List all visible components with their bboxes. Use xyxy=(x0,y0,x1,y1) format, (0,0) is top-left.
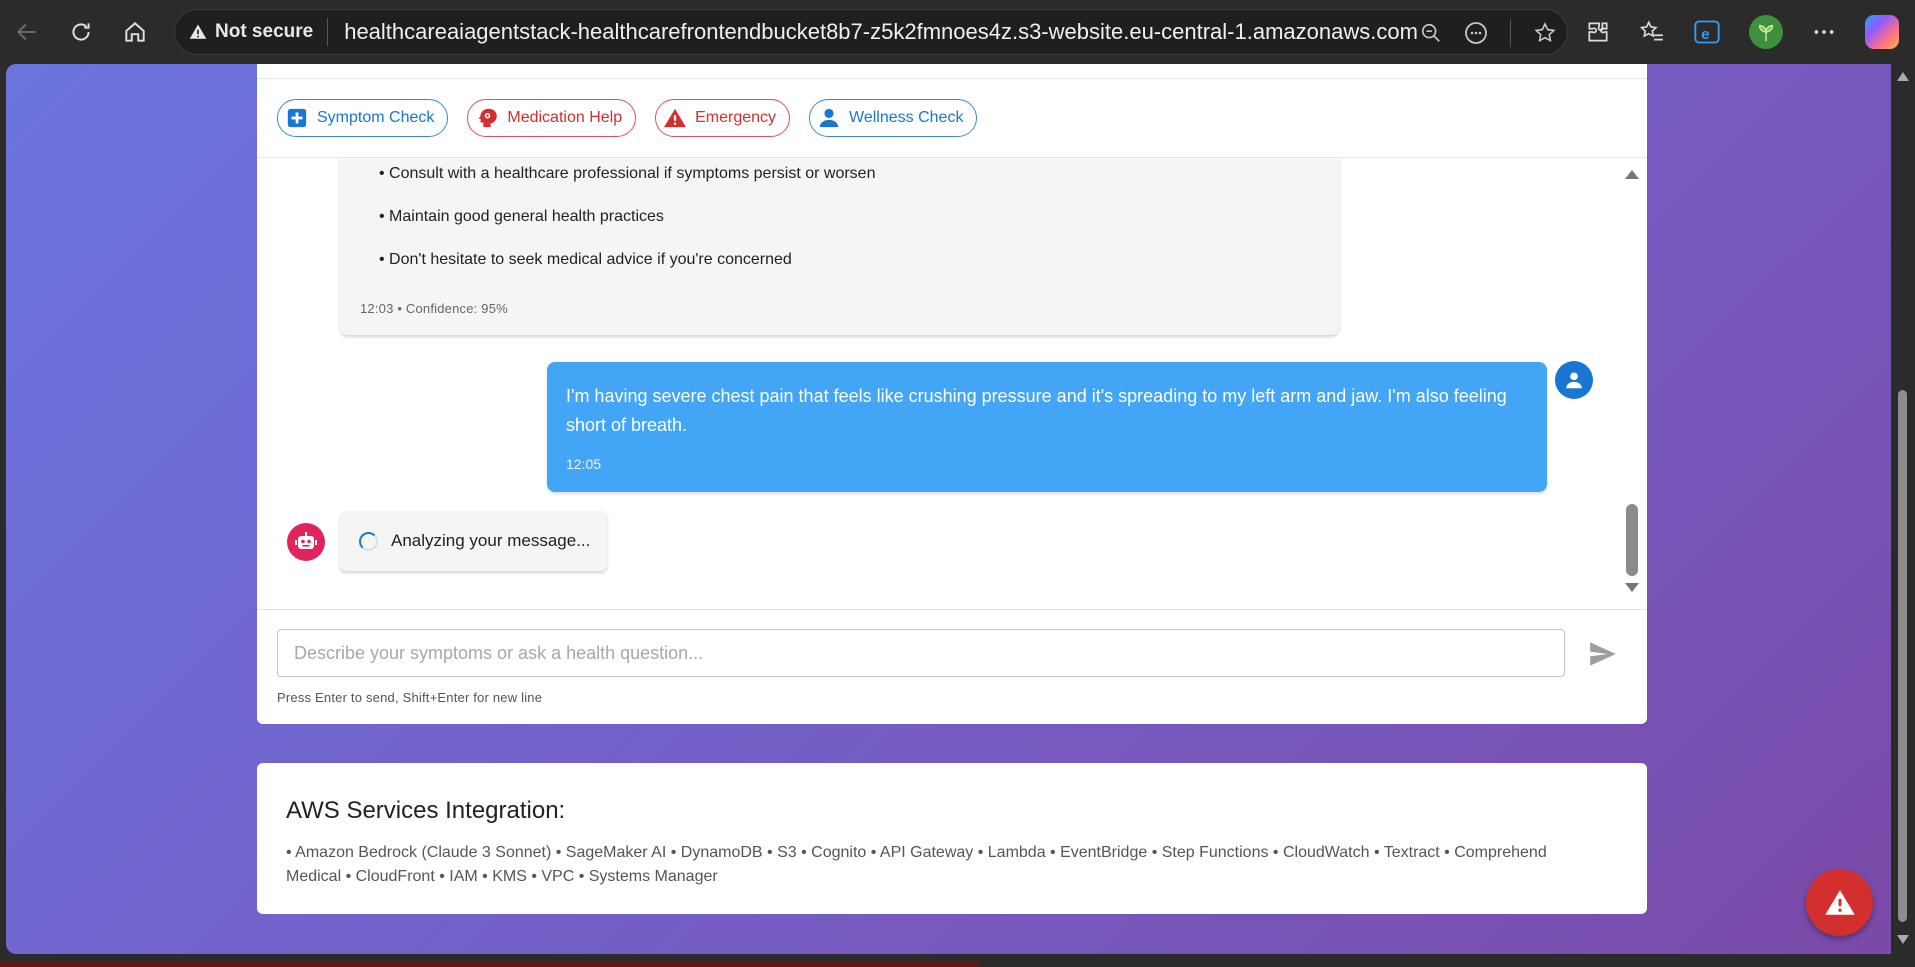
browser-right-toolbar: e xyxy=(1585,0,1899,64)
page-scrollbar[interactable] xyxy=(1891,64,1915,954)
composer-hint: Press Enter to send, Shift+Enter for new… xyxy=(277,690,543,705)
fab-warning-icon xyxy=(1824,890,1855,915)
message-scrollbar[interactable] xyxy=(1622,164,1642,600)
symptom-check-button[interactable]: Symptom Check xyxy=(277,99,449,137)
user-message-text: I'm having severe chest pain that feels … xyxy=(566,386,1507,435)
bot-status-text: Analyzing your message... xyxy=(391,531,591,550)
address-divider xyxy=(327,18,329,46)
bot-typing-indicator: Analyzing your message... xyxy=(340,511,607,571)
wellness-check-label: Wellness Check xyxy=(849,109,964,126)
aws-services-title: AWS Services Integration: xyxy=(286,797,566,824)
url-text[interactable]: healthcareaiagentstack-healthcarefronten… xyxy=(344,19,1418,45)
refresh-icon xyxy=(72,23,90,41)
back-button[interactable] xyxy=(0,0,54,64)
security-label: Not secure xyxy=(215,21,314,42)
page-viewport: Symptom Check Medication Help Emergency … xyxy=(6,64,1891,954)
message-list[interactable]: • Consult with a healthcare professional… xyxy=(257,159,1647,609)
taskbar-strip xyxy=(0,954,1915,967)
composer: Press Enter to send, Shift+Enter for new… xyxy=(257,609,1647,724)
copilot-icon[interactable] xyxy=(1865,15,1899,49)
loading-spinner-icon xyxy=(359,531,378,551)
svg-text:e: e xyxy=(1701,26,1709,43)
zoom-out-icon[interactable] xyxy=(1420,22,1442,44)
home-button[interactable] xyxy=(108,0,162,64)
page-scrollbar-thumb[interactable] xyxy=(1898,390,1907,922)
home-icon xyxy=(125,22,145,42)
address-bar-actions xyxy=(1420,10,1557,56)
more-dots-icon[interactable] xyxy=(1811,19,1837,45)
scroll-up-arrow-icon[interactable] xyxy=(1625,170,1639,179)
scroll-down-arrow-icon[interactable] xyxy=(1625,583,1639,592)
aws-services-card: AWS Services Integration: • Amazon Bedro… xyxy=(257,763,1647,914)
plus-medical-icon xyxy=(286,107,308,129)
user-person-icon xyxy=(1566,372,1582,389)
refresh-button[interactable] xyxy=(54,0,108,64)
medication-help-button[interactable]: Medication Help xyxy=(467,99,637,137)
bot-bullet-3: • Don't hesitate to seek medical advice … xyxy=(379,251,792,268)
user-message-bubble: I'm having severe chest pain that feels … xyxy=(547,362,1547,492)
psychology-head-icon xyxy=(476,107,498,129)
profile-avatar[interactable] xyxy=(1749,15,1783,49)
message-input[interactable] xyxy=(277,629,1565,677)
scrollbar-thumb[interactable] xyxy=(1626,504,1638,576)
taskbar-accent xyxy=(0,962,980,967)
bot-bullet-2: • Maintain good general health practices xyxy=(379,208,664,225)
bot-avatar xyxy=(287,523,325,561)
plant-icon xyxy=(1758,24,1774,42)
security-indicator[interactable]: Not secure xyxy=(175,21,313,43)
send-button[interactable] xyxy=(1587,638,1619,670)
address-divider-right xyxy=(1510,19,1511,47)
bot-message-bubble: • Consult with a healthcare professional… xyxy=(340,159,1339,335)
browser-toolbar: Not secure healthcareaiagentstack-health… xyxy=(0,0,1915,64)
emergency-button[interactable]: Emergency xyxy=(655,99,791,137)
emergency-label: Emergency xyxy=(695,109,777,126)
page-scroll-down-icon[interactable] xyxy=(1897,935,1909,944)
wellness-check-button[interactable]: Wellness Check xyxy=(809,99,978,137)
symptom-check-label: Symptom Check xyxy=(317,109,435,126)
back-arrow-icon xyxy=(16,23,36,41)
bot-message-meta: 12:03 • Confidence: 95% xyxy=(360,301,508,316)
extensions-puzzle-icon[interactable] xyxy=(1585,19,1611,45)
favorites-list-icon[interactable] xyxy=(1639,19,1665,45)
chat-card: Symptom Check Medication Help Emergency … xyxy=(257,64,1647,724)
page-scroll-up-icon[interactable] xyxy=(1897,72,1909,81)
emergency-fab[interactable] xyxy=(1806,869,1873,936)
bot-bullet-1: • Consult with a healthcare professional… xyxy=(379,165,876,182)
aws-services-list: • Amazon Bedrock (Claude 3 Sonnet) • Sag… xyxy=(286,844,1547,885)
more-circle-icon[interactable] xyxy=(1464,21,1488,45)
warning-icon xyxy=(664,107,687,129)
person-icon xyxy=(818,107,840,129)
medication-help-label: Medication Help xyxy=(507,109,623,126)
favorite-star-icon[interactable] xyxy=(1533,21,1557,45)
user-avatar xyxy=(1555,361,1593,399)
warning-triangle-icon xyxy=(189,24,207,39)
ie-mode-icon[interactable]: e xyxy=(1693,18,1721,46)
quick-actions-bar: Symptom Check Medication Help Emergency … xyxy=(257,78,1647,158)
address-bar[interactable]: Not secure healthcareaiagentstack-health… xyxy=(174,9,1568,55)
send-icon xyxy=(1590,642,1616,666)
robot-icon xyxy=(295,532,317,549)
user-message-time: 12:05 xyxy=(566,456,602,472)
